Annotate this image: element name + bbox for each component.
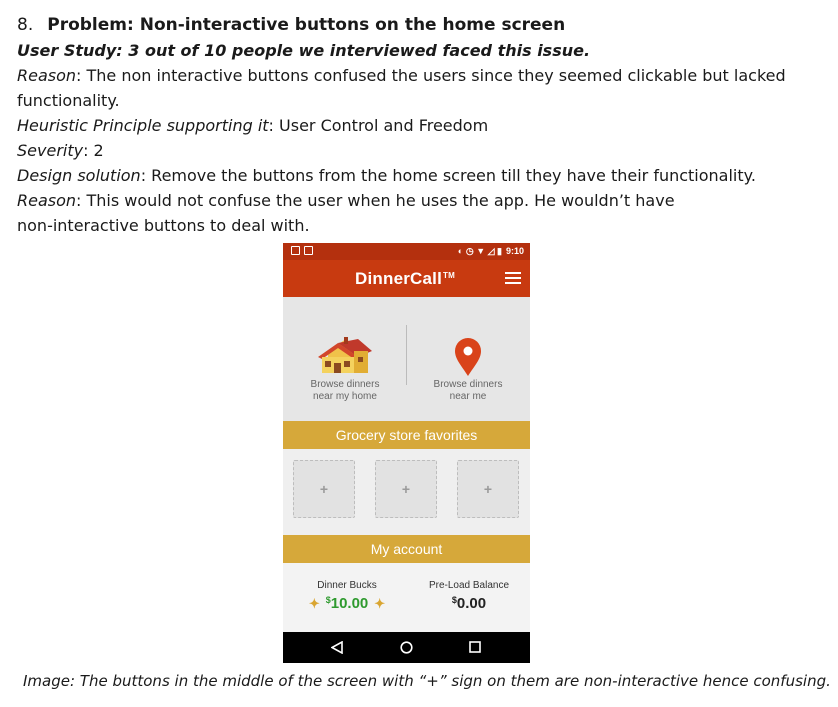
add-favorite-tile[interactable]: + [293,460,355,518]
user-study-line: User Study: 3 out of 10 people we interv… [17,41,591,60]
home-circle-icon[interactable] [400,641,413,654]
reason-2-line: Reason: This would not confuse the user … [17,188,817,213]
browse-divider [406,325,407,385]
my-account-band: My account [283,535,530,563]
status-icons: ◐ ◷ ▼ ◿ ▮ [457,246,502,256]
dinner-bucks-value-row: ✦ $10.00 ✦ [297,595,397,612]
reason-2-label: Reason [17,191,77,210]
reason-label: Reason [17,66,77,85]
browse-near-home-button[interactable]: Browse dinners near my home [289,335,401,403]
image-caption: Image: The buttons in the middle of the … [23,672,831,690]
heading-title: Problem: Non-interactive buttons on the … [47,15,566,35]
design-solution-line: Design solution: Remove the buttons from… [17,163,817,188]
design-label: Design solution [17,166,141,185]
status-time: 9:10 [505,246,524,256]
severity-line: Severity: 2 [17,138,817,163]
severity-text: : 2 [83,141,104,160]
browse-home-label-2: near my home [313,391,377,402]
preload-balance: Pre-Load Balance $0.00 [419,580,519,612]
app-bar: DinnerCallTM [283,260,530,297]
recents-square-icon[interactable] [469,641,481,653]
reason-2-text: : This would not confuse the user when h… [76,191,675,210]
add-favorite-tile[interactable]: + [375,460,437,518]
dinner-bucks-label: Dinner Bucks [317,580,377,591]
map-pin-icon [455,338,481,376]
design-text: : Remove the buttons from the home scree… [140,166,756,185]
browse-me-label-1: Browse dinners [433,379,503,390]
document-body: 8. Problem: Non-interactive buttons on th… [17,13,817,238]
dinner-bucks: Dinner Bucks ✦ $10.00 ✦ [297,580,397,612]
status-bar: ◐ ◷ ▼ ◿ ▮ 9:10 [283,243,530,260]
trademark-mark: TM [443,271,455,280]
browse-near-me-button[interactable]: Browse dinners near me [412,335,524,403]
preload-value: 0.00 [456,595,487,612]
problem-heading: 8. Problem: Non-interactive buttons on th… [17,13,817,38]
account-section: Dinner Bucks ✦ $10.00 ✦ Pre-Load Balance $… [283,563,530,642]
add-favorite-tile[interactable]: + [457,460,519,518]
hamburger-menu-icon[interactable] [505,272,521,285]
app-screenshot: ◐ ◷ ▼ ◿ ▮ 9:10 DinnerCallTM Browse dinne… [283,243,530,663]
heuristic-text: : User Control and Freedom [268,116,489,135]
browse-section: Browse dinners near my home Browse dinne… [283,297,530,421]
heuristic-label: Heuristic Principle supporting it [17,116,269,135]
sparkle-icon: ✦ [308,596,320,611]
notification-icon [291,246,300,255]
reason-text: : The non interactive buttons confused t… [17,66,786,110]
brand-name: DinnerCall [355,269,443,288]
house-icon [318,337,372,373]
notification-icons [291,246,313,255]
reason-paragraph: Reason: The non interactive buttons conf… [17,63,817,113]
preload-value-row: $0.00 [419,595,519,612]
android-nav-bar [283,632,530,663]
sparkle-icon: ✦ [374,596,386,611]
preload-label: Pre-Load Balance [428,580,510,591]
status-right: ◐ ◷ ▼ ◿ ▮ 9:10 [458,245,524,257]
grocery-favorites-band: Grocery store favorites [283,421,530,449]
severity-label: Severity [17,141,84,160]
app-logo: DinnerCallTM [355,269,455,289]
back-icon[interactable] [331,641,343,654]
heuristic-line: Heuristic Principle supporting it: User … [17,113,817,138]
heading-number: 8. [17,15,34,35]
dinner-bucks-value: 10.00 [330,595,369,612]
image-notification-icon [304,246,313,255]
reason-2-continuation: non-interactive buttons to deal with. [17,216,310,235]
browse-home-label-1: Browse dinners [310,379,380,390]
browse-me-label-2: near me [449,391,487,402]
favorites-tiles: + + + [283,449,530,535]
